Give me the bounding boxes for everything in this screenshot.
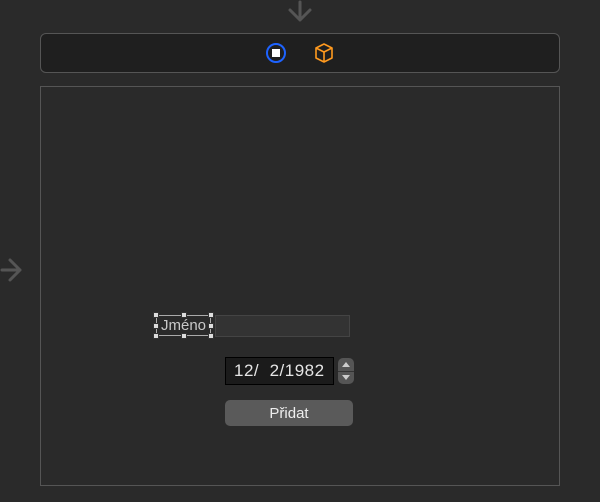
editor-tabbar <box>40 33 560 73</box>
date-value[interactable]: 12/ 2/1982 <box>225 357 334 385</box>
resize-handle[interactable] <box>181 333 187 339</box>
label-placeholder-text[interactable]: Jméno <box>156 315 211 336</box>
add-button[interactable]: Přidat <box>225 400 353 426</box>
resize-handle[interactable] <box>208 323 214 329</box>
design-canvas[interactable]: Jméno 12/ 2/1982 Přidat <box>40 86 560 486</box>
label-widget[interactable]: Jméno <box>156 315 211 336</box>
resize-handle[interactable] <box>208 333 214 339</box>
date-stepper[interactable] <box>338 358 354 384</box>
tab-layout[interactable] <box>265 42 287 64</box>
name-textfield[interactable] <box>215 315 350 337</box>
stepper-up[interactable] <box>338 358 354 372</box>
resize-handle[interactable] <box>181 312 187 318</box>
resize-handle[interactable] <box>153 323 159 329</box>
date-field[interactable]: 12/ 2/1982 <box>225 357 354 385</box>
resize-handle[interactable] <box>153 333 159 339</box>
resize-handle[interactable] <box>208 312 214 318</box>
resize-handle[interactable] <box>153 312 159 318</box>
drop-arrow-right-icon <box>0 252 30 293</box>
drop-arrow-down-icon <box>282 0 318 35</box>
tab-3d[interactable] <box>313 42 335 64</box>
cube-icon <box>313 42 335 64</box>
stop-square-icon <box>265 42 287 64</box>
stepper-down[interactable] <box>338 372 354 385</box>
